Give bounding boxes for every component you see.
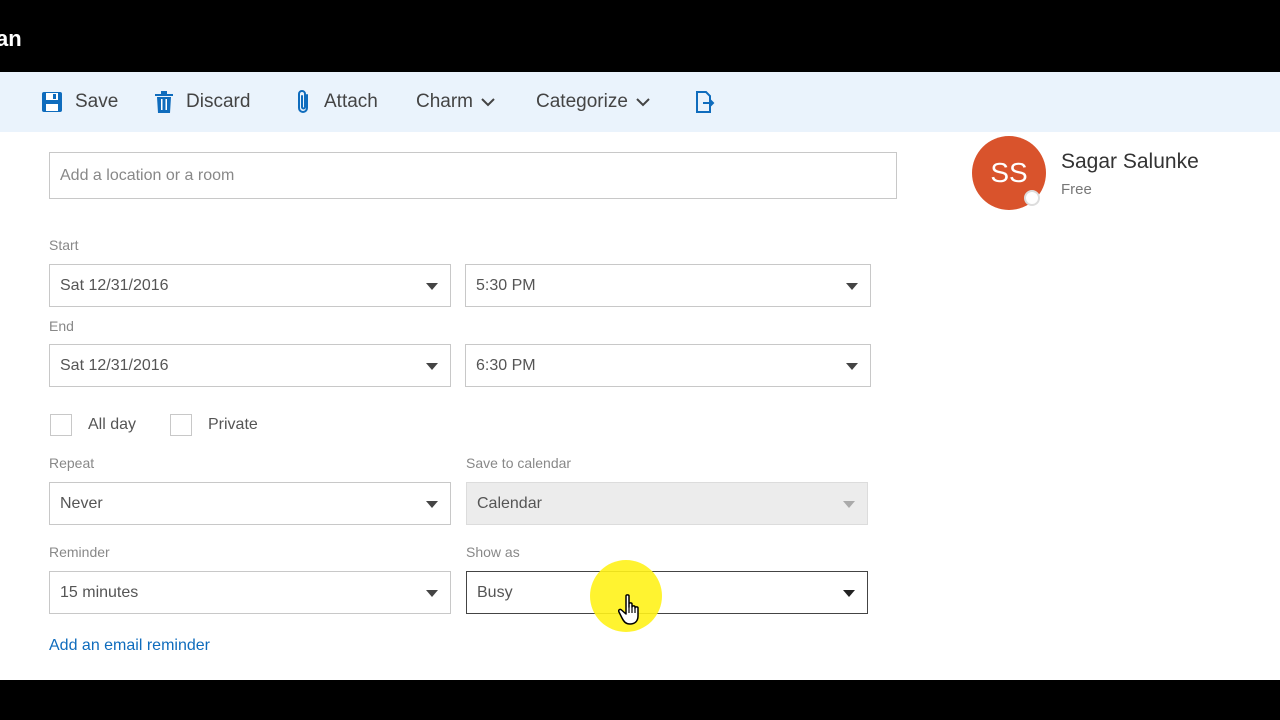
caret-down-icon xyxy=(843,589,855,597)
hand-cursor-icon xyxy=(618,594,646,631)
save-to-calendar-label: Save to calendar xyxy=(466,455,572,471)
reminder-label: Reminder xyxy=(49,544,110,560)
start-time-dropdown[interactable]: 5:30 PM xyxy=(465,264,871,307)
start-label: Start xyxy=(49,237,79,253)
caret-down-icon xyxy=(846,282,858,290)
end-time-value: 6:30 PM xyxy=(476,356,536,374)
end-date-value: Sat 12/31/2016 xyxy=(60,356,169,374)
start-time-value: 5:30 PM xyxy=(476,276,536,294)
paperclip-icon xyxy=(294,89,312,115)
video-bottom-bar xyxy=(0,680,1280,720)
show-as-dropdown[interactable]: Busy xyxy=(466,571,868,614)
save-to-calendar-dropdown[interactable]: Calendar xyxy=(466,482,868,525)
reminder-value: 15 minutes xyxy=(60,583,139,601)
all-day-checkbox[interactable] xyxy=(50,414,72,436)
start-date-value: Sat 12/31/2016 xyxy=(60,276,169,294)
attach-button[interactable]: Attach xyxy=(294,72,378,132)
caret-down-icon xyxy=(846,362,858,370)
end-date-dropdown[interactable]: Sat 12/31/2016 xyxy=(49,344,451,387)
reminder-dropdown[interactable]: 15 minutes xyxy=(49,571,451,614)
floppy-disk-icon xyxy=(41,91,63,113)
private-checkbox[interactable] xyxy=(170,414,192,436)
document-export-icon xyxy=(695,91,715,113)
add-email-reminder-link[interactable]: Add an email reminder xyxy=(49,637,210,655)
caret-down-icon xyxy=(426,362,438,370)
discard-button[interactable]: Discard xyxy=(154,72,250,132)
charm-label: Charm xyxy=(416,91,474,112)
save-to-calendar-value: Calendar xyxy=(477,494,542,512)
end-time-dropdown[interactable]: 6:30 PM xyxy=(465,344,871,387)
video-top-bar: an xyxy=(0,0,1280,72)
export-button[interactable] xyxy=(695,72,727,132)
presence-indicator xyxy=(1024,190,1040,206)
attendee-status: Free xyxy=(1061,181,1092,198)
location-input[interactable]: Add a location or a room xyxy=(49,152,897,199)
toolbar: Save Discard Attach Charm Categorize xyxy=(0,72,1280,132)
end-label: End xyxy=(49,318,74,334)
caret-down-icon xyxy=(426,282,438,290)
attach-label: Attach xyxy=(324,91,378,112)
categorize-label: Categorize xyxy=(536,91,628,112)
repeat-dropdown[interactable]: Never xyxy=(49,482,451,525)
chevron-down-icon xyxy=(636,97,650,107)
start-date-dropdown[interactable]: Sat 12/31/2016 xyxy=(49,264,451,307)
categorize-dropdown[interactable]: Categorize xyxy=(536,72,650,132)
save-button[interactable]: Save xyxy=(41,72,118,132)
trash-icon xyxy=(154,91,174,113)
charm-dropdown[interactable]: Charm xyxy=(416,72,495,132)
show-as-value: Busy xyxy=(477,583,513,601)
repeat-label: Repeat xyxy=(49,455,95,471)
attendee-name: Sagar Salunke xyxy=(1061,150,1199,173)
avatar-initials: SS xyxy=(990,157,1028,188)
event-editor: Save Discard Attach Charm Categorize Add… xyxy=(0,72,1280,680)
discard-label: Discard xyxy=(186,91,251,112)
window-title-fragment: an xyxy=(0,26,22,51)
caret-down-icon xyxy=(426,500,438,508)
save-label: Save xyxy=(75,91,119,112)
show-as-label: Show as xyxy=(466,544,520,560)
caret-down-icon xyxy=(843,500,855,508)
all-day-label: All day xyxy=(88,416,137,433)
caret-down-icon xyxy=(426,589,438,597)
chevron-down-icon xyxy=(481,97,495,107)
private-label: Private xyxy=(208,416,258,433)
repeat-value: Never xyxy=(60,494,103,512)
location-placeholder: Add a location or a room xyxy=(60,166,235,184)
